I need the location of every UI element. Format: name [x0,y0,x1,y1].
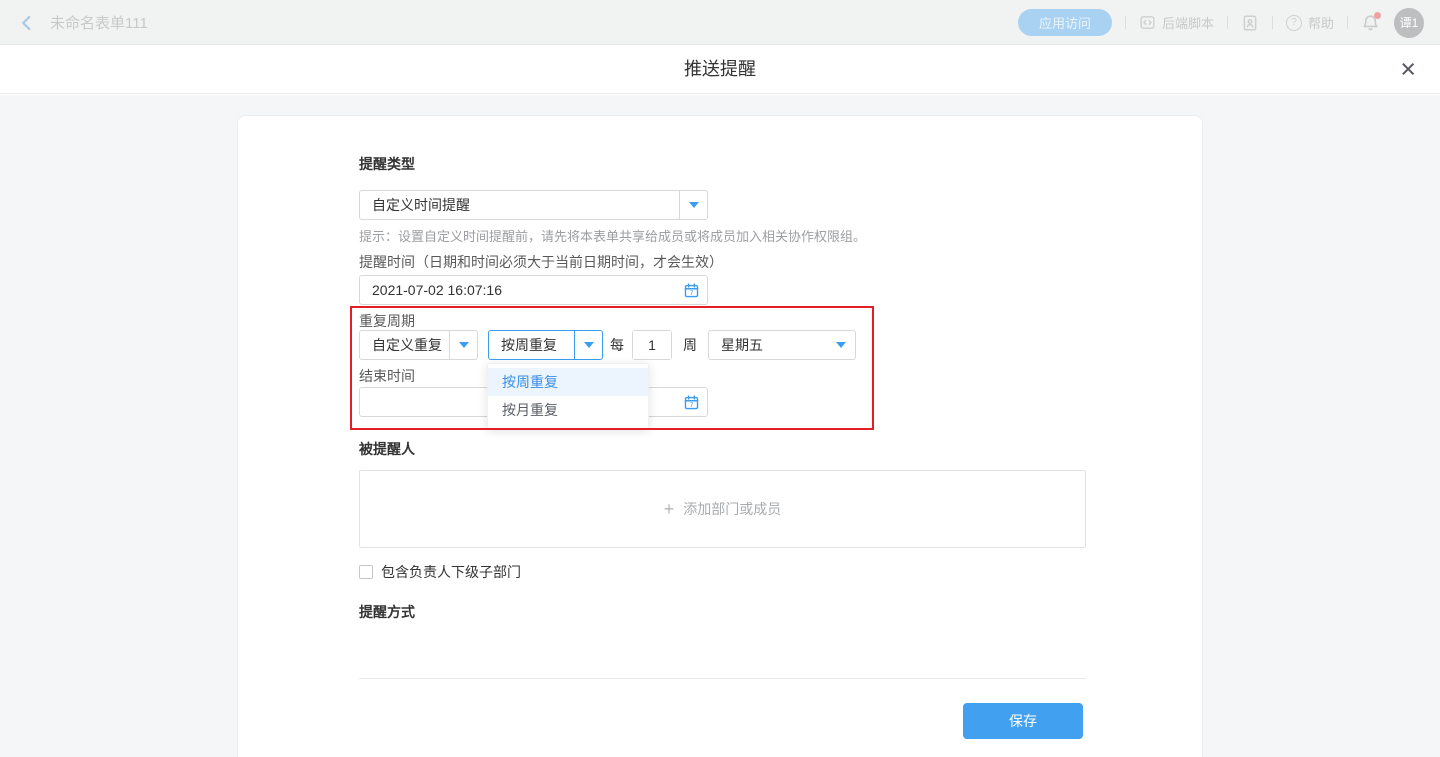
avatar[interactable]: 谭1 [1394,8,1424,38]
add-member-button[interactable]: + 添加部门或成员 [359,470,1086,548]
back-icon[interactable] [18,14,36,32]
dialog-title: 推送提醒 [0,45,1440,94]
save-button[interactable]: 保存 [963,703,1083,739]
interval-input-wrap [632,330,672,360]
chevron-down-icon [459,342,469,348]
weekday-select[interactable]: 星期五 [708,330,856,360]
backend-script-label: 后端脚本 [1162,13,1214,32]
svg-text:7: 7 [690,290,694,297]
divider [359,678,1086,679]
dropdown-option-weekly[interactable]: 按周重复 [488,368,648,396]
app-window: 未命名表单111 应用访问 后端脚本 ? 帮助 [0,0,1440,757]
reminder-time-input[interactable] [360,276,707,304]
weekday-value: 星期五 [709,335,827,355]
interval-input[interactable] [633,331,671,359]
repeat-cycle-label: 重复周期 [359,312,415,330]
reminder-time-label: 提醒时间（日期和时间必须大于当前日期时间，才会生效） [359,253,723,271]
reminder-type-value: 自定义时间提醒 [360,195,679,215]
help-button[interactable]: ? 帮助 [1286,13,1334,32]
contacts-icon[interactable] [1241,14,1259,32]
topbar-divider [1227,16,1228,29]
chevron-down-icon [584,342,594,348]
repeat-frequency-value: 按周重复 [489,335,574,355]
code-icon [1139,14,1156,31]
include-sub-checkbox[interactable] [359,565,373,579]
notifications-button[interactable] [1361,13,1381,33]
reminder-settings-card: 提醒类型 自定义时间提醒 提示：设置自定义时间提醒前，请先将本表单共享给成员或将… [237,115,1203,757]
topbar: 未命名表单111 应用访问 后端脚本 ? 帮助 [0,0,1440,45]
end-time-label: 结束时间 [359,367,415,385]
repeat-mode-select[interactable]: 自定义重复 [359,330,478,360]
help-label: 帮助 [1308,13,1334,32]
chevron-down-icon [836,342,846,348]
recipients-label: 被提醒人 [359,440,415,458]
close-icon[interactable]: × [1400,45,1416,94]
dropdown-option-monthly[interactable]: 按月重复 [488,396,648,424]
plus-icon: + [664,499,675,520]
every-label: 每 [610,330,624,360]
include-sub-label: 包含负责人下级子部门 [381,562,521,582]
add-member-label: 添加部门或成员 [683,499,781,519]
dialog-body: 提醒类型 自定义时间提醒 提示：设置自定义时间提醒前，请先将本表单共享给成员或将… [0,95,1440,757]
calendar-icon[interactable]: 7 [683,282,700,304]
method-label: 提醒方式 [359,603,415,621]
help-icon: ? [1286,15,1302,31]
repeat-frequency-select[interactable]: 按周重复 [488,330,603,360]
chevron-down-icon [689,202,699,208]
reminder-time-input-wrap: 7 [359,275,708,305]
dialog-header: 推送提醒 × [0,45,1440,94]
topbar-divider [1347,16,1348,29]
notification-dot [1374,12,1381,19]
svg-text:7: 7 [690,402,694,409]
topbar-divider [1272,16,1273,29]
reminder-type-select[interactable]: 自定义时间提醒 [359,190,708,220]
include-sub-row: 包含负责人下级子部门 [359,562,521,582]
topbar-divider [1125,16,1126,29]
backend-script-button[interactable]: 后端脚本 [1139,13,1214,32]
hint-text: 提示：设置自定义时间提醒前，请先将本表单共享给成员或将成员加入相关协作权限组。 [359,229,866,245]
frequency-dropdown-menu: 按周重复 按月重复 [487,363,649,429]
reminder-type-label: 提醒类型 [359,155,415,173]
calendar-icon[interactable]: 7 [683,394,700,416]
app-access-button[interactable]: 应用访问 [1018,9,1112,36]
unit-label: 周 [683,330,697,360]
form-title: 未命名表单111 [50,12,148,33]
repeat-mode-value: 自定义重复 [360,335,449,355]
